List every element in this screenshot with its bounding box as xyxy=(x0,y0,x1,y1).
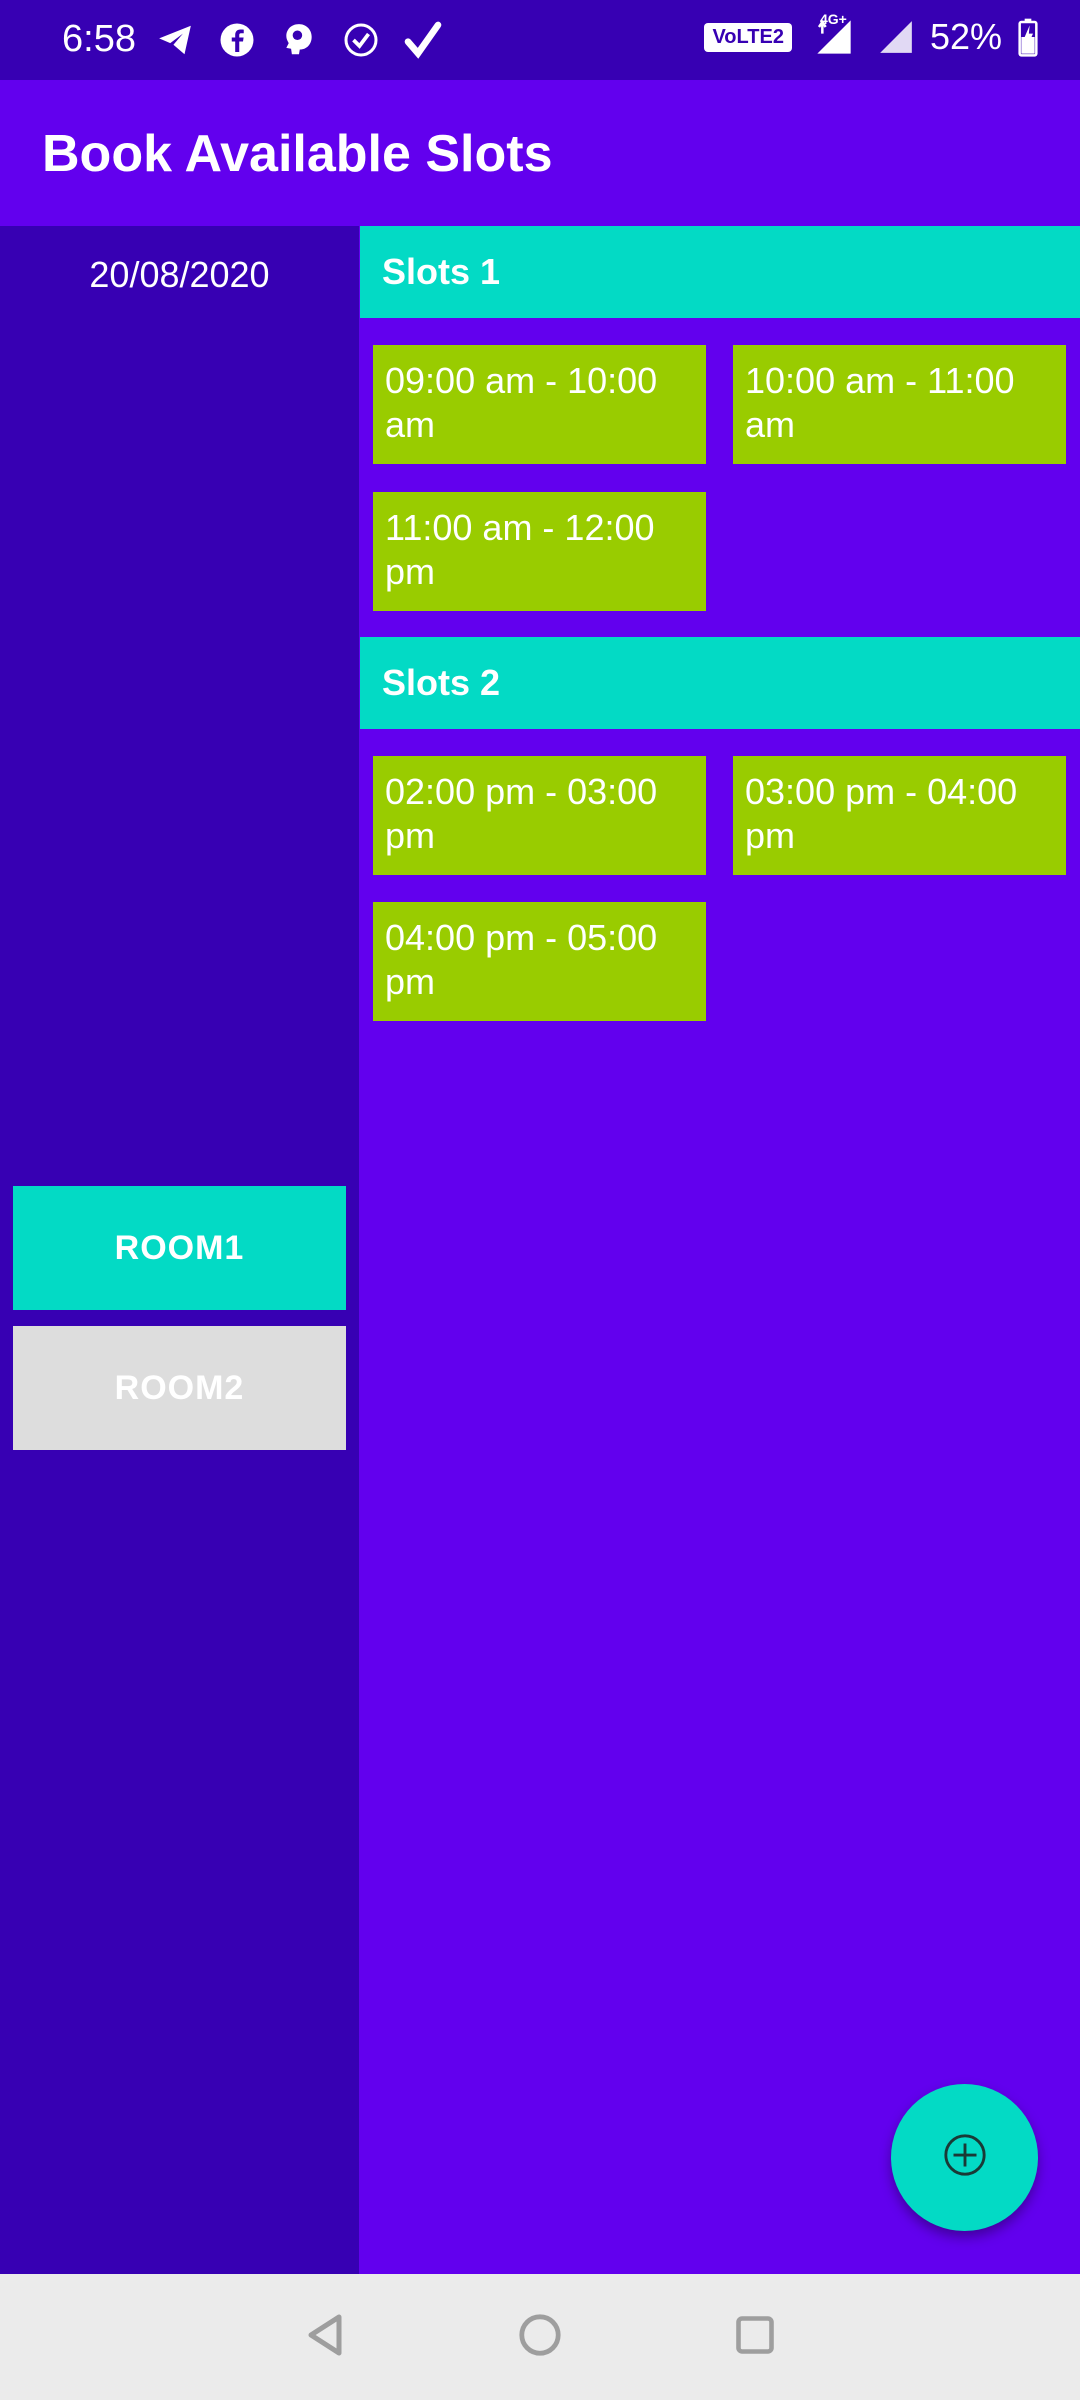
room-sidebar: 20/08/2020 ROOM1 ROOM2 xyxy=(0,226,359,2274)
facebook-icon xyxy=(217,20,257,60)
page-title: Book Available Slots xyxy=(42,125,553,183)
slot-time-end: am xyxy=(745,404,796,445)
add-button[interactable] xyxy=(891,2084,1038,2231)
network-type-label: 4G+ xyxy=(819,11,847,27)
slot-time-end: am xyxy=(385,404,436,445)
slot-button[interactable]: 10:00 am - 11:00 am xyxy=(733,345,1066,464)
selected-date[interactable]: 20/08/2020 xyxy=(0,254,359,296)
notification-icons xyxy=(155,20,443,60)
slot-time-start: 02:00 pm - 03:00 xyxy=(385,771,658,812)
room1-button[interactable]: ROOM1 xyxy=(13,1186,346,1310)
slot-time-end: pm xyxy=(385,551,436,592)
battery-charging-icon xyxy=(1016,17,1040,57)
system-nav-bar xyxy=(0,2274,1080,2400)
volte-badge: VoLTE2 xyxy=(704,22,792,52)
status-bar: 6:58 VoLTE2 4G+ 52% xyxy=(0,0,1080,80)
add-circle-icon xyxy=(942,2132,988,2183)
telegram-icon xyxy=(155,20,195,60)
signal-icon xyxy=(876,17,916,57)
slot-time-end: pm xyxy=(385,961,436,1002)
slot-button[interactable]: 11:00 am - 12:00 pm xyxy=(373,492,706,611)
system-status-icons: VoLTE2 4G+ 52% xyxy=(704,11,1040,58)
slot-time-start: 10:00 am - 11:00 xyxy=(745,360,1015,401)
slot-time-end: pm xyxy=(385,815,436,856)
slot-button[interactable]: 09:00 am - 10:00 am xyxy=(373,345,706,464)
checkmark-icon xyxy=(403,20,443,60)
recents-icon[interactable] xyxy=(733,2313,777,2362)
slot-time-start: 09:00 am - 10:00 xyxy=(385,360,658,401)
slot-time-start: 11:00 am - 12:00 xyxy=(385,507,655,548)
battery-percent: 52% xyxy=(929,16,1002,57)
home-icon[interactable] xyxy=(517,2312,563,2363)
slot-time-end: pm xyxy=(745,815,796,856)
app-bar: Book Available Slots xyxy=(0,80,1080,226)
room2-button[interactable]: ROOM2 xyxy=(13,1326,346,1450)
status-time: 6:58 xyxy=(62,18,136,60)
check-circle-icon xyxy=(341,20,381,60)
brain-app-icon xyxy=(279,20,319,60)
slot-button[interactable]: 04:00 pm - 05:00 pm xyxy=(373,902,706,1021)
slot-time-start: 04:00 pm - 05:00 xyxy=(385,917,658,958)
back-icon[interactable] xyxy=(303,2311,347,2364)
slots-1-header: Slots 1 xyxy=(360,226,1080,318)
slot-button[interactable]: 03:00 pm - 04:00 pm xyxy=(733,756,1066,875)
signal-4g-icon: 4G+ xyxy=(806,11,862,57)
slots-2-header: Slots 2 xyxy=(360,637,1080,729)
slot-time-start: 03:00 pm - 04:00 xyxy=(745,771,1018,812)
slot-button[interactable]: 02:00 pm - 03:00 pm xyxy=(373,756,706,875)
